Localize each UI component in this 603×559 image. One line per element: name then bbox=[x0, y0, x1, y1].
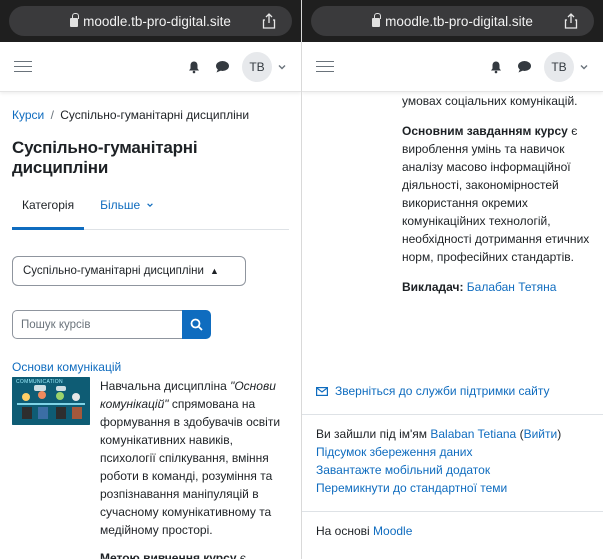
bell-icon[interactable] bbox=[489, 60, 503, 74]
logged-in-line: Ви зайшли під ім'ям Balaban Tetiana (Вий… bbox=[316, 427, 562, 441]
tab-category[interactable]: Категорія bbox=[12, 198, 85, 230]
lock-icon bbox=[70, 12, 79, 27]
breadcrumb-current: Суспільно-гуманітарні дисципліни bbox=[60, 108, 250, 122]
breadcrumb-courses[interactable]: Курси bbox=[12, 108, 44, 122]
menu-icon[interactable] bbox=[316, 60, 334, 73]
lock-icon bbox=[372, 12, 381, 27]
course-image[interactable]: COMMUNICATION bbox=[12, 377, 90, 425]
address-bar[interactable]: moodle.tb-pro-digital.site bbox=[311, 6, 594, 36]
browser-chrome: moodle.tb-pro-digital.site bbox=[302, 0, 603, 42]
category-select[interactable]: Суспільно-гуманітарні дисципліни ▲︎ bbox=[12, 256, 246, 286]
footer-divider bbox=[302, 511, 603, 512]
chevron-down-icon[interactable] bbox=[579, 62, 589, 72]
category-select-value: Суспільно-гуманітарні дисципліни bbox=[23, 265, 204, 277]
chevron-down-icon[interactable] bbox=[277, 62, 287, 72]
support-link[interactable]: Зверніться до служби підтримки сайту bbox=[316, 382, 593, 400]
chevron-down-icon bbox=[146, 203, 153, 208]
share-icon[interactable] bbox=[260, 12, 278, 30]
menu-icon[interactable] bbox=[14, 60, 32, 73]
breadcrumb-separator: / bbox=[50, 108, 54, 122]
search-icon bbox=[190, 318, 203, 331]
select-arrows-icon: ▲︎ bbox=[209, 266, 219, 276]
left-screen: moodle.tb-pro-digital.site TB Курси / Су… bbox=[0, 0, 301, 559]
avatar[interactable]: TB bbox=[544, 51, 574, 82]
course-description-tail: умовах соціальних комунікацій. bbox=[402, 94, 578, 108]
teacher-link[interactable]: Балабан Тетяна bbox=[467, 280, 557, 294]
chat-icon[interactable] bbox=[517, 60, 532, 73]
breadcrumb: Курси / Суспільно-гуманітарні дисципліни bbox=[12, 108, 289, 122]
right-screen: moodle.tb-pro-digital.site TB умовах соц… bbox=[302, 0, 603, 559]
powered-by: На основі Moodle bbox=[316, 524, 413, 538]
course-purpose: Метою вивчення курсу є bbox=[100, 551, 246, 559]
search-button[interactable] bbox=[182, 310, 211, 339]
envelope-icon bbox=[316, 386, 328, 396]
logout-link[interactable]: Вийти bbox=[524, 427, 558, 441]
course-teacher: Викладач: Балабан Тетяна bbox=[402, 280, 557, 294]
course-task: Основним завданням курсу є вироблення ум… bbox=[402, 124, 590, 264]
avatar[interactable]: TB bbox=[242, 51, 272, 82]
course-search: Пошук курсів bbox=[12, 310, 289, 339]
search-input[interactable]: Пошук курсів bbox=[12, 310, 182, 339]
moodle-link[interactable]: Moodle bbox=[373, 524, 412, 538]
share-icon[interactable] bbox=[562, 12, 580, 30]
course-title-link[interactable]: Основи комунікацій bbox=[12, 360, 289, 374]
site-navbar: TB bbox=[0, 42, 301, 92]
tab-more[interactable]: Більше bbox=[84, 198, 163, 229]
data-retention-link[interactable]: Підсумок збереження даних bbox=[316, 443, 593, 461]
switch-theme-link[interactable]: Перемикнути до стандартної теми bbox=[316, 479, 593, 497]
footer-divider bbox=[302, 414, 603, 415]
course-image-caption: COMMUNICATION bbox=[16, 379, 63, 385]
footer-login-info: Ви зайшли під ім'ям Balaban Tetiana (Вий… bbox=[316, 425, 593, 497]
course-summary: COMMUNICATION Навчальна дисципліна "Осно… bbox=[12, 377, 289, 539]
user-profile-link[interactable]: Balaban Tetiana bbox=[430, 427, 516, 441]
browser-chrome: moodle.tb-pro-digital.site bbox=[0, 0, 301, 42]
mobile-app-link[interactable]: Завантажте мобільний додаток bbox=[316, 461, 593, 479]
url-text: moodle.tb-pro-digital.site bbox=[385, 13, 533, 29]
course-description: Навчальна дисципліна "Основи комунікацій… bbox=[100, 379, 281, 537]
chat-icon[interactable] bbox=[215, 60, 230, 73]
page-title: Суспільно-гуманітарні дисципліни bbox=[12, 138, 198, 177]
address-bar[interactable]: moodle.tb-pro-digital.site bbox=[9, 6, 292, 36]
url-text: moodle.tb-pro-digital.site bbox=[83, 13, 231, 29]
site-navbar: TB bbox=[302, 42, 603, 92]
secondary-nav: Категорія Більше bbox=[12, 198, 289, 230]
bell-icon[interactable] bbox=[187, 60, 201, 74]
